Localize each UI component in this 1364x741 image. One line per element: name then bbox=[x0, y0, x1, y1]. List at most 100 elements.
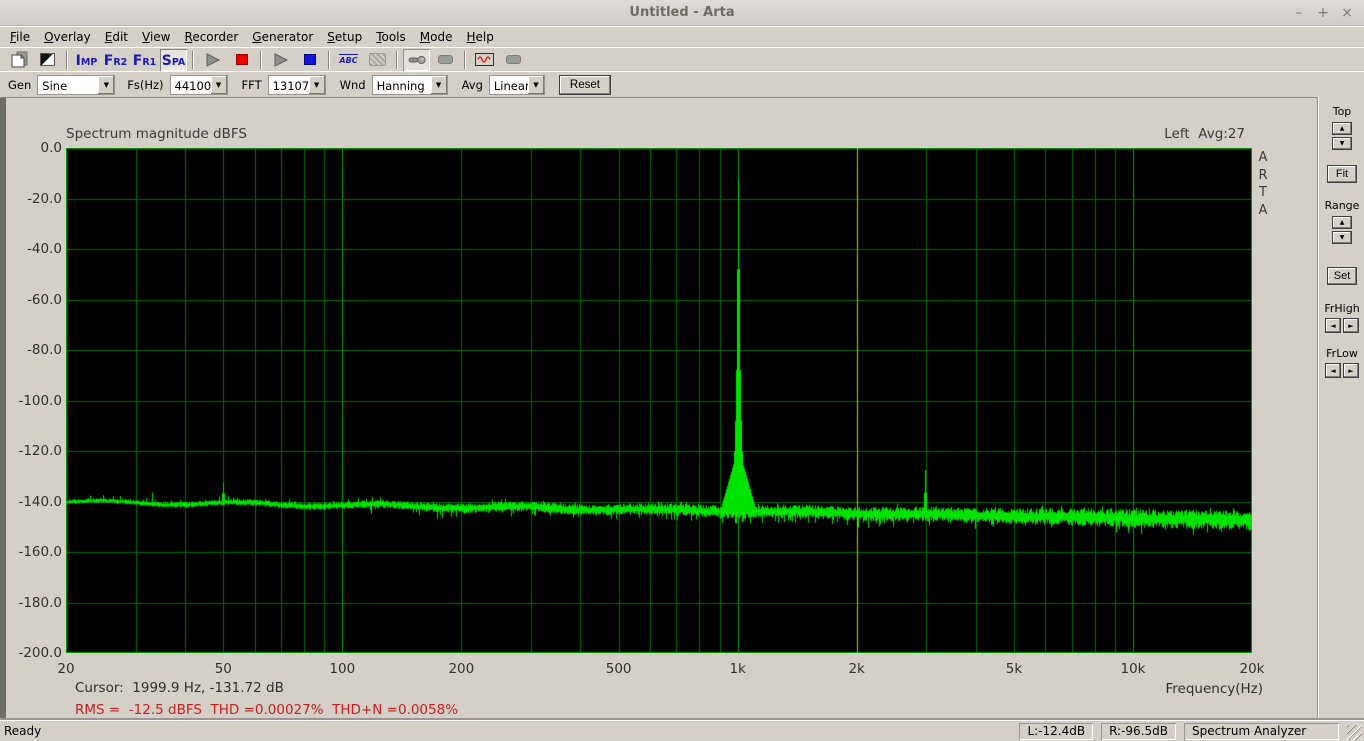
chevron-down-icon[interactable]: ▼ bbox=[211, 76, 227, 94]
spectrum-mode-button-label: SPA bbox=[162, 52, 186, 68]
line-input-button[interactable] bbox=[432, 49, 459, 71]
toolbar-separator bbox=[396, 51, 398, 69]
fft-label: FFT bbox=[242, 78, 262, 92]
x-tick-label: 10k bbox=[1120, 661, 1145, 677]
menu-mode[interactable]: Mode bbox=[413, 28, 460, 46]
toolbar-separator bbox=[192, 51, 194, 69]
x-tick-label: 2k bbox=[848, 661, 864, 677]
y-tick-label: -160.0 bbox=[0, 544, 62, 560]
averaging-value: Linear bbox=[490, 76, 528, 94]
averaging-select[interactable]: Linear ▼ bbox=[489, 75, 545, 95]
calibrate-button[interactable]: ABC bbox=[335, 49, 362, 71]
range-label: Range bbox=[1319, 199, 1364, 212]
fft-size-value: 131072 bbox=[269, 76, 309, 94]
top-down-button[interactable]: ▼ bbox=[1332, 137, 1352, 150]
y-tick-label: -20.0 bbox=[0, 191, 62, 207]
y-tick-label: -60.0 bbox=[0, 292, 62, 308]
generator-config-button[interactable] bbox=[500, 49, 527, 71]
minimize-button[interactable]: – bbox=[1290, 4, 1308, 22]
fit-button[interactable]: Fit bbox=[1327, 165, 1357, 183]
toolbar-separator bbox=[260, 51, 262, 69]
maximize-button[interactable]: + bbox=[1314, 4, 1332, 22]
record-play-button[interactable] bbox=[199, 49, 226, 71]
chevron-down-icon[interactable]: ▼ bbox=[98, 76, 114, 94]
x-tick-label: 200 bbox=[448, 661, 474, 677]
fs-label: Fs(Hz) bbox=[127, 78, 163, 92]
set-button[interactable]: Set bbox=[1327, 267, 1357, 285]
menu-overlay[interactable]: Overlay bbox=[37, 28, 98, 46]
fft-size-select[interactable]: 131072 ▼ bbox=[268, 75, 326, 95]
chevron-down-icon[interactable]: ▼ bbox=[431, 76, 447, 94]
top-up-button[interactable]: ▲ bbox=[1332, 122, 1352, 135]
menu-file[interactable]: File bbox=[3, 28, 37, 46]
impulse-mode-button-label: IMP bbox=[76, 52, 98, 68]
chevron-down-icon[interactable]: ▼ bbox=[528, 76, 544, 94]
right-control-panel: Top ▲ ▼ Fit Range ▲ ▼ Set FrHigh ◄ ► FrL… bbox=[1318, 97, 1364, 720]
overlay-button[interactable] bbox=[34, 49, 61, 71]
blank-icon bbox=[438, 55, 453, 64]
impulse-mode-button[interactable]: IMP bbox=[73, 49, 100, 71]
x-tick-label: 1k bbox=[729, 661, 745, 677]
mic-input-button[interactable] bbox=[403, 49, 430, 71]
x-tick-label: 20k bbox=[1240, 661, 1265, 677]
right-level-indicator: R:-96.5dB bbox=[1101, 723, 1176, 740]
menu-generator[interactable]: Generator bbox=[245, 28, 320, 46]
chevron-down-icon[interactable]: ▼ bbox=[309, 76, 325, 94]
overlay-manager-button[interactable] bbox=[364, 49, 391, 71]
menu-tools[interactable]: Tools bbox=[369, 28, 413, 46]
new-file-button[interactable] bbox=[5, 49, 32, 71]
menu-recorder[interactable]: Recorder bbox=[178, 28, 246, 46]
x-tick-label: 500 bbox=[606, 661, 632, 677]
menu-setup[interactable]: Setup bbox=[320, 28, 369, 46]
stop-icon bbox=[304, 54, 316, 65]
frhigh-right-button[interactable]: ► bbox=[1343, 318, 1359, 333]
top-label: Top bbox=[1319, 105, 1364, 118]
generator-stop-button[interactable] bbox=[296, 49, 323, 71]
thd-readout: RMS = -12.5 dBFS THD =0.00027% THD+N =0.… bbox=[75, 702, 458, 718]
sine-wave-icon bbox=[475, 53, 494, 66]
spectrum-plot-canvas[interactable] bbox=[66, 148, 1252, 653]
status-ready: Ready bbox=[4, 724, 41, 738]
frlow-right-button[interactable]: ► bbox=[1343, 363, 1359, 378]
menubar: FileOverlayEditViewRecorderGeneratorSetu… bbox=[0, 26, 1364, 47]
samplerate-select[interactable]: 44100 ▼ bbox=[170, 75, 228, 95]
window-title: Untitled - Arta bbox=[629, 5, 734, 20]
statusbar: Ready L:-12.4dB R:-96.5dB Spectrum Analy… bbox=[0, 720, 1364, 741]
spectrum-mode-button[interactable]: SPA bbox=[160, 49, 187, 71]
overlay-icon bbox=[40, 53, 55, 66]
y-tick-label: -40.0 bbox=[0, 241, 62, 257]
y-tick-label: -140.0 bbox=[0, 494, 62, 510]
range-down-button[interactable]: ▼ bbox=[1332, 231, 1352, 244]
signal-generator-button[interactable] bbox=[471, 49, 498, 71]
toolbar-separator bbox=[328, 51, 330, 69]
y-tick-label: 0.0 bbox=[0, 140, 62, 156]
channel-average-info: Left Avg:27 bbox=[1164, 126, 1245, 142]
menu-edit[interactable]: Edit bbox=[98, 28, 135, 46]
frhigh-label: FrHigh bbox=[1319, 302, 1364, 315]
generator-select[interactable]: Sine ▼ bbox=[37, 75, 115, 95]
hatched-icon bbox=[369, 53, 386, 66]
fr2-mode-button[interactable]: FR2 bbox=[102, 49, 129, 71]
x-tick-label: 50 bbox=[215, 661, 232, 677]
generator-play-button[interactable] bbox=[267, 49, 294, 71]
record-button[interactable] bbox=[228, 49, 255, 71]
reset-button[interactable]: Reset bbox=[559, 75, 611, 95]
x-tick-label: 5k bbox=[1006, 661, 1022, 677]
frlow-left-button[interactable]: ◄ bbox=[1325, 363, 1341, 378]
fr1-mode-button[interactable]: FR1 bbox=[131, 49, 158, 71]
chart-title: Spectrum magnitude dBFS bbox=[66, 126, 247, 142]
menu-view[interactable]: View bbox=[135, 28, 177, 46]
record-icon bbox=[236, 54, 248, 65]
x-axis-label: Frequency(Hz) bbox=[1165, 681, 1263, 697]
frhigh-left-button[interactable]: ◄ bbox=[1325, 318, 1341, 333]
samplerate-value: 44100 bbox=[171, 76, 211, 94]
resize-grip-icon[interactable] bbox=[1347, 725, 1362, 740]
y-tick-label: -80.0 bbox=[0, 342, 62, 358]
titlebar[interactable]: Untitled - Arta – + × bbox=[0, 0, 1364, 26]
window-select[interactable]: Hanning ▼ bbox=[372, 75, 448, 95]
toolbar-separator bbox=[66, 51, 68, 69]
close-button[interactable]: × bbox=[1338, 4, 1356, 22]
range-up-button[interactable]: ▲ bbox=[1332, 216, 1352, 229]
menu-help[interactable]: Help bbox=[459, 28, 500, 46]
y-tick-label: -180.0 bbox=[0, 595, 62, 611]
